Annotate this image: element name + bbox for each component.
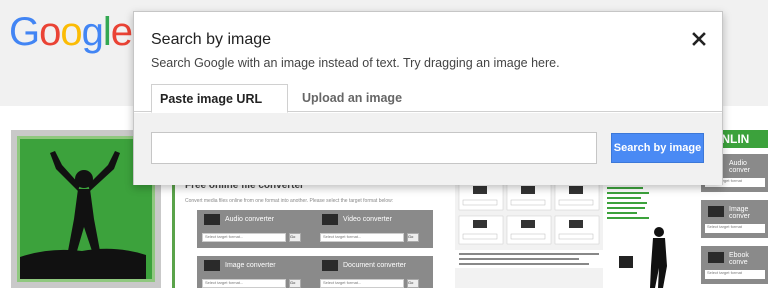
converter-label: Video converter [343,216,392,223]
converter-card: Image converter Select target format... … [197,256,315,288]
format-select: Select target format [705,270,765,279]
format-select: Select target format... [202,279,286,288]
converter-label: Document converter [343,262,407,269]
image-icon [708,206,724,217]
converter-label: Image converter [225,262,276,269]
tab-paste-image-url[interactable]: Paste image URL? [151,84,288,133]
tab-upload-an-image[interactable]: Upload an image [294,84,410,113]
result-thumbnail-list[interactable] [603,176,685,288]
dialog-tabs: Paste image URL? Upload an image [134,84,722,133]
audio-icon [204,214,220,225]
go-button: Go [407,279,419,288]
search-by-image-dialog: Search by image Search Google with an im… [133,11,723,185]
image-url-input[interactable] [151,132,597,164]
close-glyph [692,32,706,46]
logo-letter: o [39,10,61,54]
format-select: Select target format... [320,233,404,242]
dialog-description: Search Google with an image instead of t… [151,56,560,70]
list-graphic [603,176,685,288]
dialog-title: Search by image [151,31,272,48]
result-thumbnail-converter[interactable]: Free online file converter Convert media… [172,176,442,288]
logo-letter: e [110,10,133,54]
converter-card: Document converter Select target format.… [315,256,433,288]
go-button: Go [407,233,419,242]
converter-label: Audio converter [225,216,275,223]
image-icon [204,260,220,271]
converter-card: Image conver Select target format [701,200,768,238]
tab-label: Upload an image [302,91,403,105]
close-icon[interactable] [689,29,709,49]
converter-card: Ebook conve Select target format [701,246,768,284]
tab-label: Paste image URL [160,92,263,106]
logo-letter: g [81,10,104,54]
video-icon [322,214,338,225]
thumbnail-subtext: Convert media files online from one form… [185,198,394,204]
converter-label: Ebook conve [729,252,749,266]
ebook-icon [708,252,724,263]
format-select: Select target format... [202,233,286,242]
converter-card: Video converter Select target format... … [315,210,433,248]
icon-grid-graphic [455,176,603,288]
go-button: Go [289,233,301,242]
logo-letter: G [9,10,40,54]
logo-letter: l [102,10,112,54]
converter-label: Audio conver [729,160,751,174]
document-icon [322,260,338,271]
google-logo[interactable]: Google [9,10,133,55]
silhouette-figure-icon [20,151,146,279]
search-by-image-button[interactable]: Search by image [611,133,704,163]
result-thumbnail-grid[interactable] [455,176,603,288]
converter-card: Audio converter Select target format... … [197,210,315,248]
converter-label: Image conver [729,206,751,220]
format-select: Select target format [705,224,765,233]
format-select: Select target format... [320,279,404,288]
logo-letter: o [60,10,82,54]
url-panel: Search by image [134,113,722,185]
go-button: Go [289,279,301,288]
